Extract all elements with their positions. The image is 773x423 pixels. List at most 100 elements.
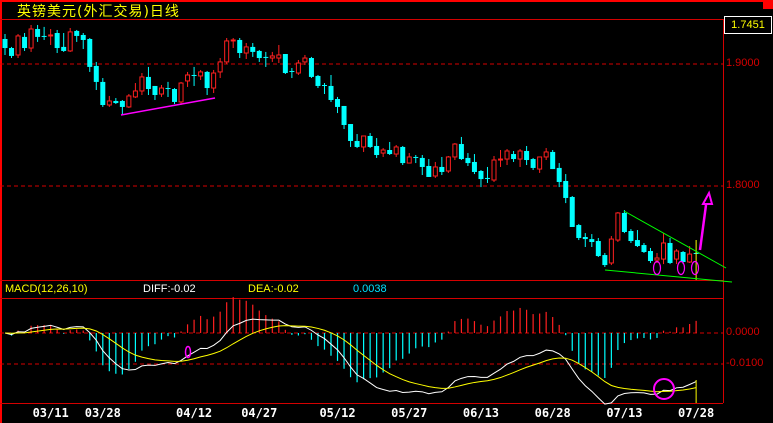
candle-body-up [139,76,145,92]
highlight-ellipse [676,260,686,276]
candle-body-up [432,166,438,177]
highlight-ellipse [652,260,662,276]
candle-body-down [419,157,425,167]
candle-body-down [589,239,595,242]
x-tick-label: 05/27 [391,406,428,420]
x-tick-label: 03/28 [84,406,121,420]
macd-tick-label: 0.0000 [726,326,760,338]
candle-body-down [119,100,125,107]
candle-body-up [498,158,504,161]
candle-body-up [106,100,112,106]
candle-body-down [556,167,562,182]
candle-body-up [224,40,230,63]
candle-body-down [367,135,373,147]
candle-body-down [191,74,197,76]
candle-body-up [28,28,34,49]
macd-tick-label: -0.0100 [726,357,764,369]
candle-body-up [654,257,660,261]
highlight-ellipse [690,260,700,276]
candle-body-down [250,46,256,52]
candle-body-down [524,150,530,161]
candle-body-down [458,144,464,160]
candle-body-down [530,159,536,168]
candle-body-up [406,156,412,164]
candle-body-down [80,34,86,40]
candle-body-down [484,177,490,179]
candle-body-down [465,157,471,164]
x-tick-label: 07/13 [606,406,643,420]
candle-body-up [517,150,523,160]
candle-body-up [393,146,399,155]
candle-body-down [54,33,60,49]
x-tick-label: 06/13 [462,406,500,420]
candle-body-down [348,124,354,141]
candle-body-down [263,56,269,58]
candle-body-down [439,166,445,172]
candle-body-down [471,161,477,172]
candle-body-up [48,34,54,37]
candle-body-down [647,251,653,262]
support-trendline [120,97,216,116]
candle-body-down [641,245,647,253]
candle-body-down [680,252,686,263]
candle-body-down [100,81,106,105]
candle-body-down [667,242,673,263]
candle-body-up [302,57,308,63]
candle-body-down [511,154,517,160]
candle-body-up [543,151,549,158]
candle-body-down [22,36,28,49]
candle-body-down [9,48,15,56]
candle-body-down [595,241,601,257]
candle-body-down [569,196,575,227]
candle-body-down [550,151,556,170]
candle-body-down [374,145,380,156]
candle-body-down [256,50,262,59]
candle-body-down [61,46,67,51]
candle-body-down [413,156,419,158]
candle-body-up [243,46,249,54]
candle-body-down [628,231,634,242]
x-tick-label: 07/28 [678,406,715,420]
candle-body-down [282,53,288,74]
candle-body-up [132,90,138,98]
candle-body-up [158,87,164,95]
candle-body-down [387,150,393,155]
candle-body-down [335,99,341,107]
candle-body-up [537,156,543,170]
candle-body-down [289,70,295,72]
candle-body-down [172,89,178,102]
macd-indicator-label: MACD(12,26,10) [5,283,88,295]
candle-body-down [634,240,640,247]
candle-body-down [165,88,171,90]
candle-body-up [211,72,217,89]
candle-body-down [321,84,327,86]
candle-body-down [576,225,582,238]
candle-body-down [2,38,8,49]
macd-highlight-circle [653,378,675,400]
y-tick-label: 1.9000 [726,57,760,69]
candle-body-down [308,58,314,77]
candle-body-up [687,253,693,263]
y-tick-label: 1.8000 [726,179,760,191]
x-tick-label: 04/27 [241,406,278,420]
candle-body-up [198,71,204,77]
candle-body-down [354,140,360,147]
candle-body-down [582,236,588,240]
candle-body-up [491,159,497,181]
candle-body-down [400,146,406,164]
macd-value: 0.0038 [353,283,387,295]
top-border [0,0,773,2]
candle-body-up [674,250,680,260]
candle-body-down [341,105,347,125]
x-tick-label: 03/11 [32,406,69,420]
candle-body-down [328,85,334,100]
dea-value: DEA:-0.02 [248,283,299,295]
candle-body-up [217,61,223,73]
candle-body-up [15,35,21,56]
x-tick-label: 06/28 [534,406,571,420]
candle-body-down [35,28,41,37]
diff-value: DIFF:-0.02 [143,283,196,295]
forex-candlestick-chart: 英镑美元(外汇交易)日线 1.7451 1.9000 1.8000 0.0000… [0,0,773,423]
candle-body-down [93,65,99,82]
candle-body-down [602,255,608,266]
